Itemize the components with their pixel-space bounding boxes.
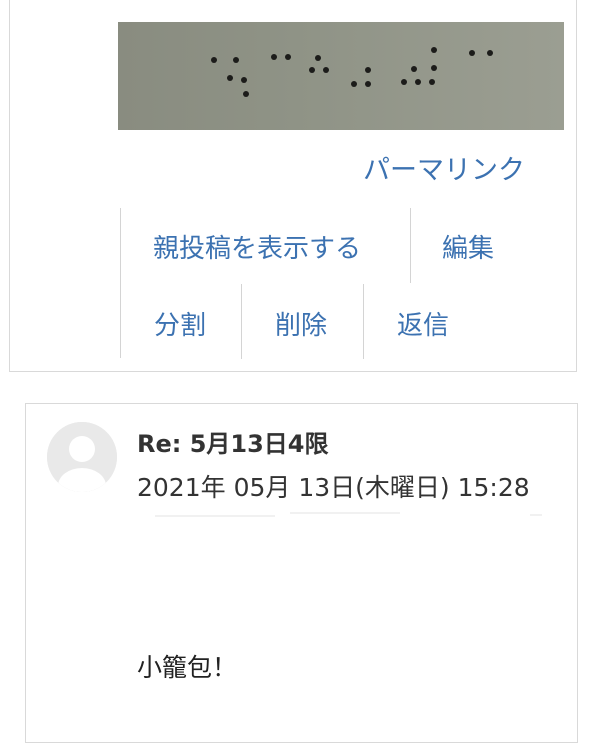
reply-link[interactable]: 返信 — [397, 305, 449, 342]
reply-message: 小籠包！ — [137, 653, 238, 682]
attached-image[interactable] — [118, 22, 564, 130]
command-divider — [241, 284, 242, 359]
delete-link[interactable]: 削除 — [275, 305, 327, 342]
faint-divider — [290, 512, 400, 514]
command-divider — [363, 284, 364, 359]
show-parent-link[interactable]: 親投稿を表示する — [153, 228, 361, 265]
permalink-link[interactable]: パーマリンク — [363, 148, 525, 187]
braille-dots — [211, 47, 493, 97]
default-user-avatar-icon — [47, 422, 117, 492]
reply-subject: Re: 5月13日4限 — [137, 430, 329, 458]
split-link[interactable]: 分割 — [154, 305, 206, 342]
faint-divider — [155, 515, 275, 517]
command-divider — [410, 208, 411, 283]
command-divider — [120, 208, 121, 358]
user-avatar[interactable] — [47, 422, 117, 492]
faint-divider — [530, 514, 542, 516]
edit-link[interactable]: 編集 — [442, 228, 494, 265]
reply-date: 2021年 05月 13日(木曜日) 15:28 — [137, 473, 530, 502]
